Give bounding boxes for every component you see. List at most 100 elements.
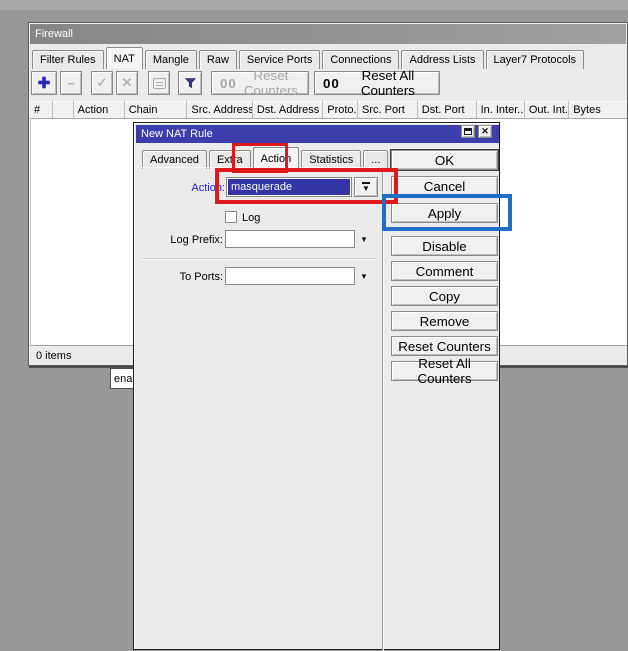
button-label: Disable (422, 239, 466, 254)
tab-action[interactable]: Action (253, 147, 300, 169)
tab-label: Extra (217, 154, 243, 166)
tab-label: Connections (330, 54, 391, 66)
column-src-address[interactable]: Src. Address (187, 101, 253, 118)
column-out-interface[interactable]: Out. Int... (525, 101, 569, 118)
action-select[interactable]: masquerade (226, 177, 352, 197)
log-prefix-dropdown-icon[interactable]: ▼ (360, 235, 368, 244)
to-ports-label: To Ports: (144, 271, 223, 283)
column-number[interactable]: # (30, 101, 53, 118)
separator (142, 258, 375, 259)
enable-rule-button[interactable]: ✓ (91, 71, 113, 95)
counters-icon: 00 (323, 76, 340, 91)
tab-label: NAT (114, 53, 135, 65)
button-label: OK (435, 153, 454, 168)
tab-label: Address Lists (409, 54, 475, 66)
column-label: Proto... (327, 104, 358, 116)
apply-button[interactable]: Apply (391, 203, 498, 223)
reset-all-counters-button[interactable]: Reset All Counters (391, 361, 498, 381)
disable-button[interactable]: Disable (391, 236, 498, 256)
tab-label: ... (371, 154, 380, 166)
column-dst-port[interactable]: Dst. Port (418, 101, 477, 118)
rule-table-header: # Action Chain Src. Address Dst. Address… (30, 101, 627, 119)
reset-counters-button[interactable]: Reset Counters (391, 336, 498, 356)
tab-label: Mangle (153, 54, 189, 66)
dialog-titlebar[interactable]: New NAT Rule (136, 125, 499, 143)
add-rule-button[interactable]: ✚ (31, 71, 57, 95)
tab-layer7-protocols[interactable]: Layer7 Protocols (486, 50, 585, 69)
firewall-titlebar[interactable]: Firewall (30, 24, 626, 44)
button-label: Reset All Counters (392, 356, 497, 386)
tab-raw[interactable]: Raw (199, 50, 237, 69)
column-dst-address[interactable]: Dst. Address (253, 101, 323, 118)
ok-button[interactable]: OK (391, 150, 498, 170)
log-prefix-label: Log Prefix: (144, 234, 223, 246)
column-chain[interactable]: Chain (125, 101, 188, 118)
chevron-down-icon: ▼ (362, 182, 370, 193)
comment-rule-button[interactable] (148, 71, 170, 95)
checkmark-icon: ✓ (97, 75, 108, 91)
log-checkbox[interactable] (225, 211, 237, 223)
filter-button[interactable] (178, 71, 202, 95)
column-label: Action (78, 104, 109, 116)
button-label: Cancel (424, 179, 466, 194)
column-label: Chain (129, 104, 158, 116)
action-selected-value: masquerade (228, 179, 350, 195)
desktop-top-strip (0, 0, 628, 10)
remove-rule-button[interactable]: − (60, 71, 82, 95)
column-label: # (34, 104, 40, 116)
tab-label: Advanced (150, 154, 199, 166)
minus-icon: − (67, 76, 75, 91)
tab-label: Statistics (309, 154, 353, 166)
button-label: Apply (428, 206, 461, 221)
copy-button[interactable]: Copy (391, 286, 498, 306)
action-field-label: Action: (146, 182, 225, 194)
tab-connections[interactable]: Connections (322, 50, 399, 69)
column-label: Dst. Address (257, 104, 319, 116)
column-flags[interactable] (53, 101, 73, 118)
column-label: Src. Port (362, 104, 405, 116)
column-in-interface[interactable]: In. Inter... (477, 101, 525, 118)
restore-button[interactable] (461, 125, 475, 138)
firewall-tabs: Filter Rules NAT Mangle Raw Service Port… (32, 47, 627, 69)
restore-icon (464, 128, 472, 135)
firewall-window-title: Firewall (35, 28, 73, 40)
action-dropdown-button[interactable]: ▼ (354, 177, 378, 197)
comment-button[interactable]: Comment (391, 261, 498, 281)
counters-icon: 00 (220, 76, 237, 91)
to-ports-dropdown-icon[interactable]: ▼ (360, 272, 368, 281)
log-checkbox-label: Log (242, 212, 260, 224)
column-protocol[interactable]: Proto... (323, 101, 358, 118)
dialog-title: New NAT Rule (141, 128, 213, 140)
column-label: Out. Int... (529, 104, 569, 116)
column-label: Dst. Port (422, 104, 465, 116)
close-icon: ✕ (481, 127, 489, 136)
reset-counters-toolbar-button[interactable]: 00 Reset Counters (211, 71, 309, 95)
tab-nat[interactable]: NAT (106, 47, 143, 69)
column-label: Bytes (573, 104, 601, 116)
new-nat-rule-dialog: New NAT Rule ✕ Advanced Extra Action Sta… (133, 122, 500, 650)
column-bytes[interactable]: Bytes (569, 101, 627, 118)
tab-label: Action (261, 153, 292, 165)
cancel-button[interactable]: Cancel (391, 176, 498, 196)
log-prefix-input[interactable] (225, 230, 355, 248)
funnel-icon (183, 76, 198, 90)
tab-label: Raw (207, 54, 229, 66)
plus-icon: ✚ (38, 74, 51, 92)
button-label: Reset Counters (398, 339, 491, 354)
note-icon (153, 78, 166, 89)
tab-address-lists[interactable]: Address Lists (401, 50, 483, 69)
disable-rule-button[interactable]: ✕ (116, 71, 138, 95)
remove-button[interactable]: Remove (391, 311, 498, 331)
tab-label: Service Ports (247, 54, 312, 66)
button-label: Reset All Counters (345, 68, 431, 98)
close-button[interactable]: ✕ (478, 125, 492, 138)
column-action[interactable]: Action (74, 101, 125, 118)
reset-all-counters-toolbar-button[interactable]: 00 Reset All Counters (314, 71, 440, 95)
tab-label: Layer7 Protocols (494, 54, 577, 66)
tab-filter-rules[interactable]: Filter Rules (32, 50, 104, 69)
cross-icon: ✕ (122, 75, 133, 91)
column-src-port[interactable]: Src. Port (358, 101, 418, 118)
tab-mangle[interactable]: Mangle (145, 50, 197, 69)
to-ports-input[interactable] (225, 267, 355, 285)
tab-service-ports[interactable]: Service Ports (239, 50, 320, 69)
